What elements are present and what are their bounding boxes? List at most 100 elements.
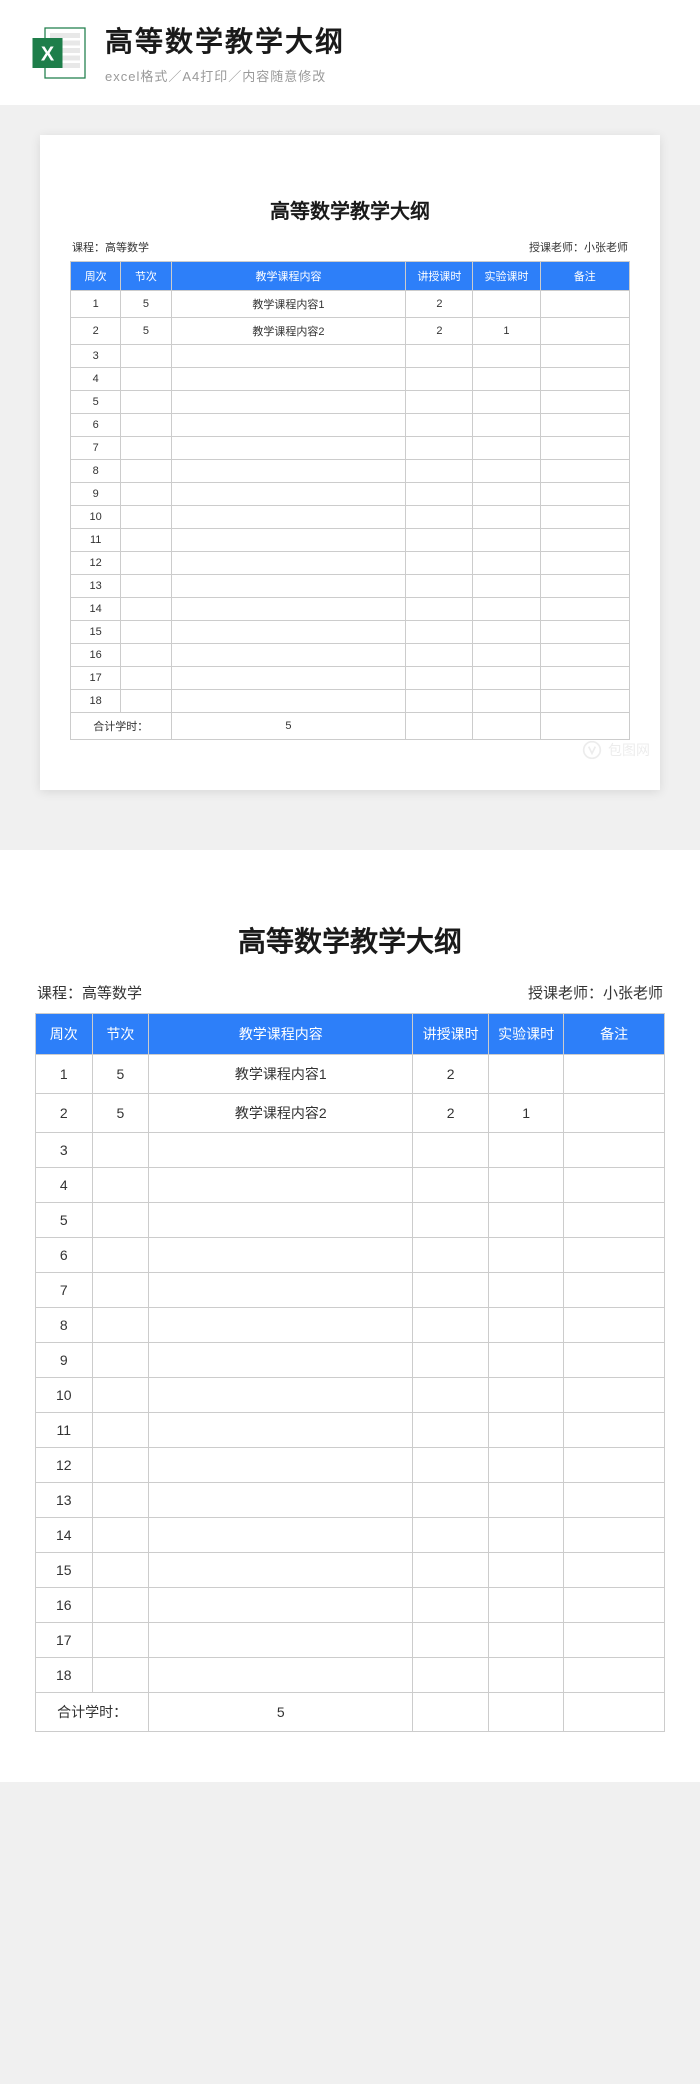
table-row: 15教学课程内容12	[36, 1055, 665, 1094]
header-lecture: 讲授课时	[406, 262, 473, 291]
cell-session	[121, 529, 171, 552]
cell-note	[540, 291, 629, 318]
cell-session	[121, 667, 171, 690]
cell-note	[564, 1168, 665, 1203]
cell-content	[149, 1238, 413, 1273]
cell-session	[92, 1413, 149, 1448]
preview-wrapper: 高等数学教学大纲 课程：高等数学 授课老师：小张老师 周次 节次 教学课程内容 …	[0, 135, 700, 790]
footer-label: 合计学时：	[71, 713, 172, 740]
cell-week: 16	[36, 1588, 93, 1623]
cell-week: 16	[71, 644, 121, 667]
cell-session: 5	[121, 291, 171, 318]
table-row: 5	[36, 1203, 665, 1238]
cell-note	[540, 318, 629, 345]
cell-lecture	[406, 368, 473, 391]
cell-week: 12	[71, 552, 121, 575]
cell-content	[171, 667, 406, 690]
document-title-large: 高等数学教学大纲	[35, 920, 665, 960]
cell-lab	[488, 1168, 563, 1203]
cell-lab	[473, 667, 540, 690]
cell-session	[92, 1168, 149, 1203]
cell-content	[149, 1168, 413, 1203]
header-session: 节次	[121, 262, 171, 291]
cell-lab	[473, 437, 540, 460]
cell-note	[564, 1623, 665, 1658]
table-row: 12	[71, 552, 630, 575]
cell-session	[121, 575, 171, 598]
cell-lecture	[406, 483, 473, 506]
cell-lecture	[406, 690, 473, 713]
cell-week: 2	[71, 318, 121, 345]
cell-session	[121, 644, 171, 667]
header-lab: 实验课时	[473, 262, 540, 291]
header-lecture: 讲授课时	[413, 1014, 488, 1055]
cell-week: 15	[71, 621, 121, 644]
cell-week: 1	[71, 291, 121, 318]
cell-note	[540, 483, 629, 506]
cell-lab	[488, 1238, 563, 1273]
cell-content	[171, 690, 406, 713]
cell-session	[121, 621, 171, 644]
cell-content	[171, 552, 406, 575]
cell-note	[540, 368, 629, 391]
cell-content: 教学课程内容1	[171, 291, 406, 318]
table-row: 18	[71, 690, 630, 713]
cell-week: 11	[71, 529, 121, 552]
cell-note	[564, 1553, 665, 1588]
cell-note	[540, 460, 629, 483]
cell-content	[149, 1658, 413, 1693]
cell-lecture	[413, 1378, 488, 1413]
footer-label: 合计学时：	[36, 1693, 149, 1732]
cell-lab	[473, 690, 540, 713]
cell-week: 8	[71, 460, 121, 483]
cell-content	[171, 621, 406, 644]
header-week: 周次	[36, 1014, 93, 1055]
cell-week: 3	[36, 1133, 93, 1168]
header-note: 备注	[564, 1014, 665, 1055]
cell-lecture	[413, 1168, 488, 1203]
table-row: 25教学课程内容221	[36, 1094, 665, 1133]
cell-session	[92, 1483, 149, 1518]
cell-lecture	[413, 1553, 488, 1588]
cell-note	[564, 1238, 665, 1273]
full-document: 高等数学教学大纲 课程：高等数学 授课老师：小张老师 周次 节次 教学课程内容 …	[0, 850, 700, 1782]
cell-note	[564, 1658, 665, 1693]
table-row: 15	[36, 1553, 665, 1588]
cell-session: 5	[92, 1055, 149, 1094]
cell-note	[540, 345, 629, 368]
cell-week: 14	[36, 1518, 93, 1553]
table-row: 14	[71, 598, 630, 621]
cell-week: 11	[36, 1413, 93, 1448]
banner-subtitle: excel格式／A4打印／内容随意修改	[105, 66, 670, 85]
cell-session	[92, 1378, 149, 1413]
cell-content	[149, 1623, 413, 1658]
cell-lecture	[406, 552, 473, 575]
cell-week: 14	[71, 598, 121, 621]
preview-card: 高等数学教学大纲 课程：高等数学 授课老师：小张老师 周次 节次 教学课程内容 …	[40, 135, 660, 790]
cell-lecture	[413, 1238, 488, 1273]
table-row: 15教学课程内容12	[71, 291, 630, 318]
banner-header: X 高等数学教学大纲 excel格式／A4打印／内容随意修改	[0, 0, 700, 105]
cell-week: 6	[71, 414, 121, 437]
cell-week: 5	[36, 1203, 93, 1238]
cell-lab	[488, 1658, 563, 1693]
cell-week: 4	[36, 1168, 93, 1203]
cell-content: 教学课程内容2	[171, 318, 406, 345]
cell-note	[564, 1378, 665, 1413]
cell-content: 教学课程内容1	[149, 1055, 413, 1094]
table-row: 5	[71, 391, 630, 414]
cell-content	[171, 391, 406, 414]
cell-session	[92, 1518, 149, 1553]
cell-week: 9	[71, 483, 121, 506]
table-row: 11	[36, 1413, 665, 1448]
cell-week: 8	[36, 1308, 93, 1343]
cell-week: 12	[36, 1448, 93, 1483]
cell-lab	[488, 1133, 563, 1168]
header-note: 备注	[540, 262, 629, 291]
cell-lab	[473, 529, 540, 552]
table-row: 7	[36, 1273, 665, 1308]
cell-session	[121, 368, 171, 391]
cell-lecture	[406, 644, 473, 667]
document-title: 高等数学教学大纲	[70, 195, 630, 224]
footer-total: 5	[149, 1693, 413, 1732]
